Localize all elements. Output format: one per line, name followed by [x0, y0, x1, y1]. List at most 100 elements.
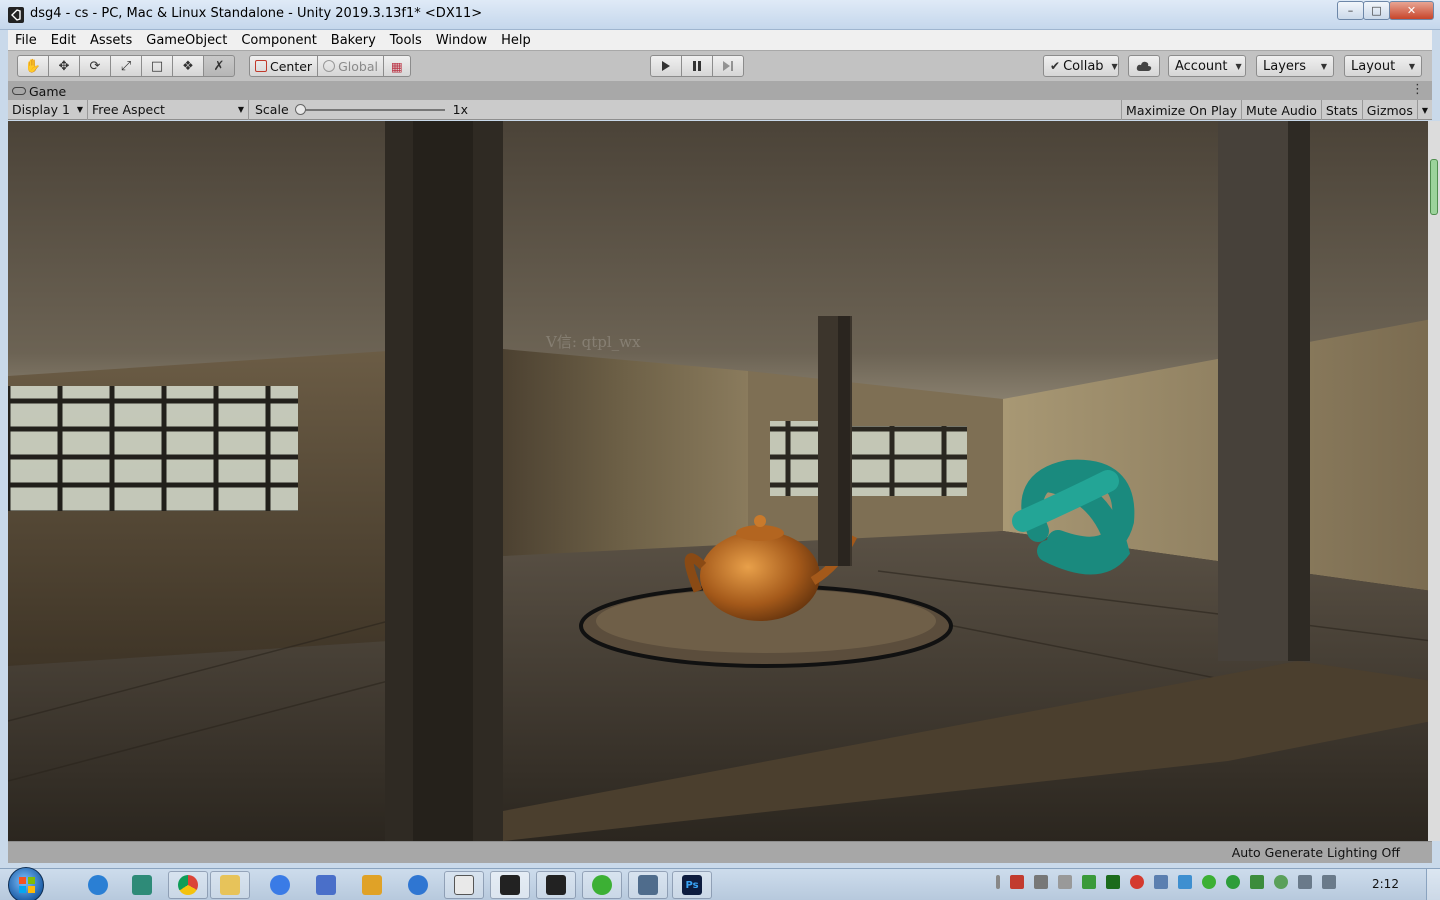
chrome-icon[interactable]: [168, 871, 208, 899]
account-dropdown[interactable]: Account ▼: [1168, 55, 1246, 77]
keyboard-icon[interactable]: [1034, 875, 1048, 889]
aspect-label: Free Aspect: [92, 102, 165, 117]
start-button[interactable]: [8, 867, 44, 900]
menu-file[interactable]: File: [8, 33, 44, 48]
window-title: dsg4 - cs - PC, Mac & Linux Standalone -…: [30, 6, 483, 21]
tray-grip-icon: [996, 875, 1000, 889]
layout-label: Layout: [1351, 58, 1396, 74]
close-icon[interactable]: ✕: [1389, 1, 1434, 20]
menu-bar: File Edit Assets GameObject Component Ba…: [8, 30, 1432, 50]
maximize-icon[interactable]: □: [1363, 1, 1390, 20]
move-icon[interactable]: ✥: [48, 55, 80, 77]
menu-edit[interactable]: Edit: [44, 33, 83, 48]
status-message: Auto Generate Lighting Off: [1231, 845, 1400, 860]
chevron-down-icon: ▼: [1111, 61, 1118, 71]
scale-slider-handle[interactable]: [294, 103, 306, 115]
tray-app-icon[interactable]: [1178, 875, 1192, 889]
gizmos-dropdown-icon[interactable]: ▼: [1416, 100, 1432, 120]
menu-tools[interactable]: Tools: [383, 33, 429, 48]
tray-app-icon[interactable]: [1010, 875, 1024, 889]
scale-slider[interactable]: [294, 103, 445, 115]
menu-bakery[interactable]: Bakery: [324, 33, 383, 48]
ie-icon[interactable]: [78, 871, 118, 899]
scrollbar-thumb[interactable]: [1430, 159, 1438, 215]
layers-dropdown[interactable]: Layers ▼: [1256, 55, 1334, 77]
rotate-icon[interactable]: ⟳: [79, 55, 111, 77]
pivot-rotation-button[interactable]: Global: [317, 55, 384, 77]
maximize-on-play-toggle[interactable]: Maximize On Play: [1121, 100, 1241, 120]
tray-app-icon[interactable]: [1058, 875, 1072, 889]
chevron-down-icon: ▼: [1235, 61, 1242, 71]
display-dropdown[interactable]: Display 1 ▼: [8, 99, 88, 120]
unity-icon[interactable]: [536, 871, 576, 899]
tray-app-icon[interactable]: [1274, 875, 1288, 889]
viewport-scrollbar[interactable]: [1428, 121, 1440, 841]
clock[interactable]: 2:12: [1372, 877, 1399, 891]
game-viewport[interactable]: V信: qtpl_wx: [8, 121, 1432, 841]
pivot-mode-button[interactable]: Center: [249, 55, 319, 77]
pause-button[interactable]: [681, 55, 713, 77]
taskbar: Ps 2:12: [0, 867, 1440, 900]
chevron-down-icon: ▼: [237, 105, 244, 114]
step-icon: [723, 61, 733, 71]
app-icon[interactable]: [306, 871, 346, 899]
unity-icon[interactable]: [490, 871, 530, 899]
baidu-icon[interactable]: [260, 871, 300, 899]
tray-app-icon[interactable]: [1226, 875, 1240, 889]
gizmos-toggle[interactable]: Gizmos: [1361, 100, 1417, 120]
tab-game-label: Game: [29, 83, 67, 99]
show-desktop-button[interactable]: [1426, 869, 1440, 900]
qq-icon[interactable]: [1130, 875, 1144, 889]
network-icon[interactable]: [1298, 875, 1312, 889]
menu-component[interactable]: Component: [234, 33, 323, 48]
shield-icon[interactable]: [1250, 875, 1264, 889]
stats-toggle[interactable]: Stats: [1320, 100, 1362, 120]
vs-icon[interactable]: [1154, 875, 1168, 889]
game-view-toolbar: Display 1 ▼ Free Aspect ▼ Scale 1x Maximiz…: [8, 99, 1432, 120]
collab-button[interactable]: ✔ Collab ▼: [1043, 55, 1119, 77]
app-icon[interactable]: [122, 871, 162, 899]
play-button[interactable]: [650, 55, 682, 77]
menu-window[interactable]: Window: [429, 33, 494, 48]
unity-icon[interactable]: [444, 871, 484, 899]
menu-gameobject[interactable]: GameObject: [139, 33, 234, 48]
pivot-rotation-label: Global: [338, 58, 378, 74]
photoshop-icon[interactable]: Ps: [672, 871, 712, 899]
hand-icon[interactable]: ✋: [17, 55, 49, 77]
unity-logo-icon: [8, 7, 24, 23]
play-icon: [662, 61, 670, 71]
aspect-dropdown[interactable]: Free Aspect ▼: [88, 99, 249, 120]
pivot-mode-label: Center: [270, 58, 313, 74]
transform-icon[interactable]: ❖: [172, 55, 204, 77]
more-options-icon[interactable]: ⋮: [1411, 82, 1424, 97]
playmode-controls: [650, 55, 744, 77]
minimize-icon[interactable]: –: [1337, 1, 1364, 20]
app-icon[interactable]: [628, 871, 668, 899]
explorer-icon[interactable]: [210, 871, 250, 899]
layout-dropdown[interactable]: Layout ▼: [1344, 55, 1422, 77]
menu-assets[interactable]: Assets: [83, 33, 139, 48]
window-title-bar: dsg4 - cs - PC, Mac & Linux Standalone -…: [0, 0, 1440, 30]
menu-help[interactable]: Help: [494, 33, 538, 48]
layers-label: Layers: [1263, 58, 1307, 74]
tray-app-icon[interactable]: [1106, 875, 1120, 889]
display-label: Display 1: [12, 102, 71, 117]
watermark-text: V信: qtpl_wx: [545, 333, 641, 351]
gamepad-icon: [12, 87, 26, 95]
collab-label: Collab: [1063, 58, 1104, 74]
wechat-icon[interactable]: [582, 871, 622, 899]
cloud-button[interactable]: [1128, 55, 1160, 77]
snap-icon[interactable]: ▦: [382, 55, 411, 77]
step-button[interactable]: [712, 55, 744, 77]
app-icon[interactable]: [352, 871, 392, 899]
battery-icon[interactable]: [1082, 875, 1096, 889]
tab-game[interactable]: Game: [12, 82, 66, 100]
scale-icon[interactable]: ⤢: [110, 55, 142, 77]
volume-icon[interactable]: [1322, 875, 1336, 889]
app-icon[interactable]: [398, 871, 438, 899]
mute-audio-toggle[interactable]: Mute Audio: [1241, 100, 1321, 120]
custom-tool-icon[interactable]: ✗: [203, 55, 235, 77]
transform-tools: ✋ ✥ ⟳ ⤢ □ ❖ ✗: [17, 55, 235, 77]
rect-icon[interactable]: □: [141, 55, 173, 77]
wechat-icon[interactable]: [1202, 875, 1216, 889]
